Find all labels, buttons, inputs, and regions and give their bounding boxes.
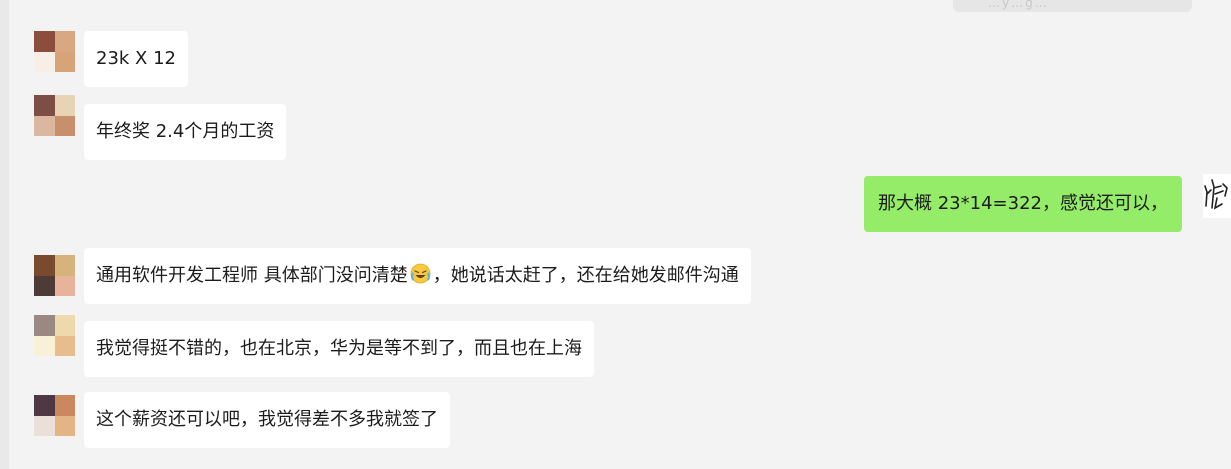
chat-window: …y…g… 23k X 12 年终奖 2.4个月的工资 那大概 23*14=32… [0,0,1231,469]
avatar[interactable] [34,255,75,296]
avatar-pixel [54,95,75,116]
avatar-pixel [34,275,55,296]
message-text: ，她说话太赶了，还在给她发邮件沟通 [432,265,739,286]
avatar-pixel [34,31,55,52]
message-bubble[interactable]: 我觉得挺不错的，也在北京，华为是等不到了，而且也在上海 [84,321,594,377]
avatar-pixel [54,275,75,296]
avatar-pixel [34,115,55,136]
avatar-pixel [34,335,55,356]
avatar-pixel [54,115,75,136]
handwriting-avatar-icon[interactable] [1203,174,1231,218]
avatar[interactable] [34,95,75,136]
avatar[interactable] [34,395,75,436]
avatar-pixel [54,51,75,72]
message-bubble[interactable]: 23k X 12 [84,31,189,87]
avatar-pixel [34,51,55,72]
avatar-pixel [54,415,75,436]
avatar[interactable] [34,31,75,72]
sent-message-bubble[interactable]: 那大概 23*14=322，感觉还可以， [864,176,1182,232]
laughing-crying-emoji-icon [410,251,431,284]
avatar-pixel [34,255,55,276]
chat-left-border [0,0,9,469]
avatar-pixel [34,415,55,436]
avatar[interactable] [34,315,75,356]
avatar-pixel [54,315,75,336]
message-bubble[interactable]: 这个薪资还可以吧，我觉得差不多我就签了 [84,392,450,448]
message-bubble[interactable]: 年终奖 2.4个月的工资 [84,104,287,160]
message-bubble[interactable]: 通用软件开发工程师 具体部门没问清楚 ，她说话太赶了，还在给她发邮件沟通 [84,248,751,304]
avatar-pixel [54,31,75,52]
avatar-pixel [54,255,75,276]
avatar-pixel [54,335,75,356]
previous-message-fragment: …y…g… [988,0,1049,10]
message-text: 通用软件开发工程师 具体部门没问清楚 [96,265,408,286]
avatar-pixel [34,395,55,416]
avatar-pixel [54,395,75,416]
avatar-pixel [34,315,55,336]
avatar-pixel [34,95,55,116]
